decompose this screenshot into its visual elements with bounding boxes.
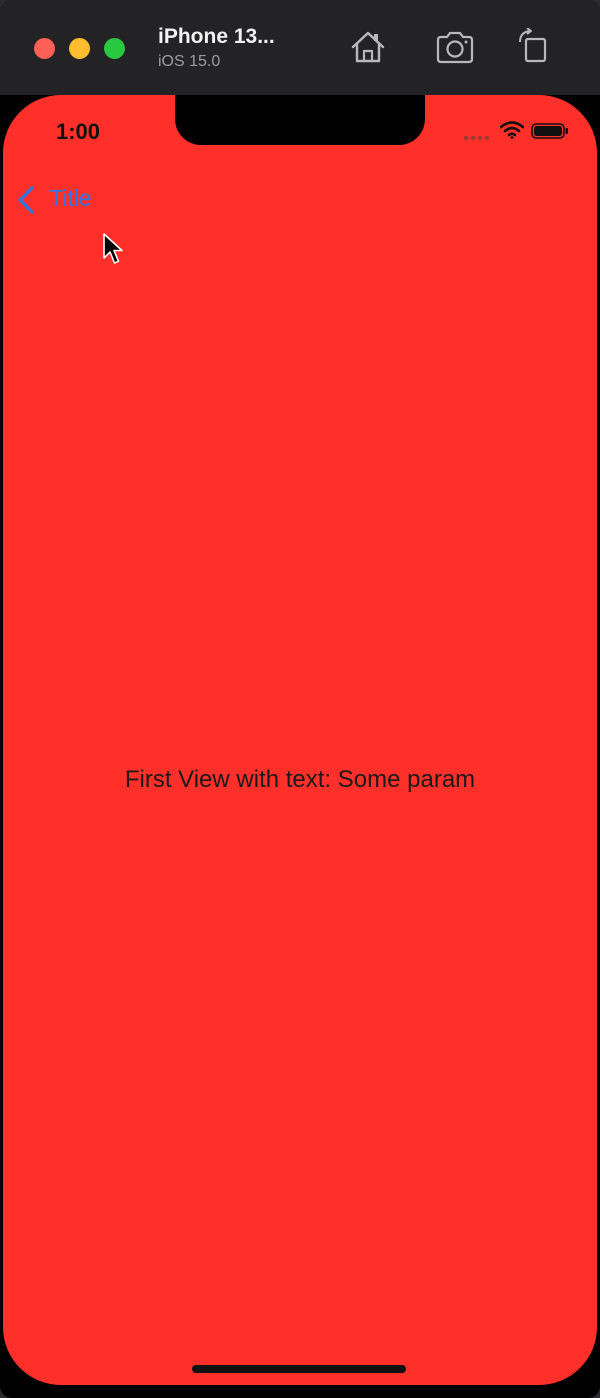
rotate-icon	[519, 27, 547, 63]
battery-icon	[531, 123, 568, 139]
device-name: iPhone 13...	[158, 25, 275, 48]
home-indicator[interactable]	[192, 1365, 406, 1373]
wifi-icon	[500, 121, 524, 139]
zoom-window-button[interactable]	[104, 38, 125, 59]
os-version: iOS 15.0	[158, 53, 221, 70]
home-icon	[351, 31, 385, 63]
back-button-label: Title	[49, 185, 92, 211]
minimize-window-button[interactable]	[69, 38, 90, 59]
rotate-button[interactable]	[515, 27, 555, 66]
close-window-button[interactable]	[34, 38, 55, 59]
chevron-left-icon	[18, 186, 34, 214]
signal-icon	[463, 135, 490, 141]
simulator-window: iPhone 13... iOS 15.0 1:00 Title First V…	[0, 0, 600, 1398]
content-text: First View with text: Some param	[124, 766, 476, 793]
notch	[175, 95, 425, 145]
back-button[interactable]: Title	[11, 181, 121, 217]
screenshot-button[interactable]	[435, 28, 475, 66]
status-time: 1:00	[56, 119, 101, 144]
home-button[interactable]	[348, 28, 388, 66]
mouse-cursor-icon	[103, 233, 123, 264]
simulator-title-bar: iPhone 13... iOS 15.0	[0, 0, 600, 95]
device-screen: 1:00 Title First View with text: Some pa…	[3, 95, 597, 1385]
screenshot-icon	[436, 31, 474, 64]
